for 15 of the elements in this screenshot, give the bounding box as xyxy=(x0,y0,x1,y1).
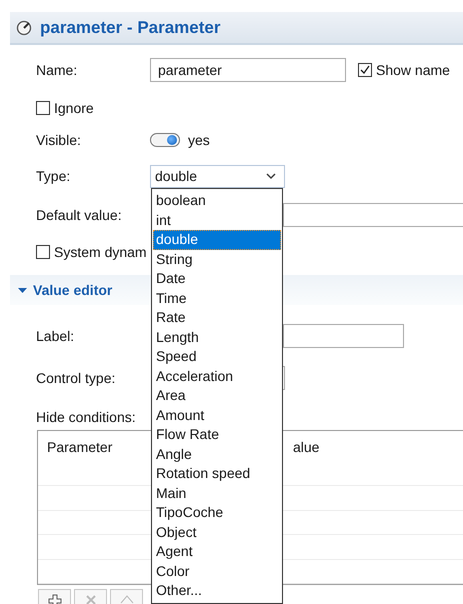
column-header: alue xyxy=(293,439,320,455)
field-label: Type: xyxy=(36,168,70,184)
section-title: Value editor xyxy=(33,282,112,298)
field-label: Label: xyxy=(36,328,74,344)
checkbox-label: Ignore xyxy=(54,100,94,116)
column-header: Parameter xyxy=(47,439,112,455)
toggle-label: yes xyxy=(188,132,210,148)
field-label: Control type: xyxy=(36,370,116,386)
panel-title: parameter - Parameter xyxy=(40,18,220,38)
field-label: Name: xyxy=(36,62,78,78)
checkbox-label: Show name xyxy=(376,62,450,78)
checkbox-label: System dynam xyxy=(54,244,147,260)
field-label: Hide conditions: xyxy=(36,409,136,425)
field-label: Visible: xyxy=(36,132,81,148)
field-label: Default value: xyxy=(36,207,122,223)
